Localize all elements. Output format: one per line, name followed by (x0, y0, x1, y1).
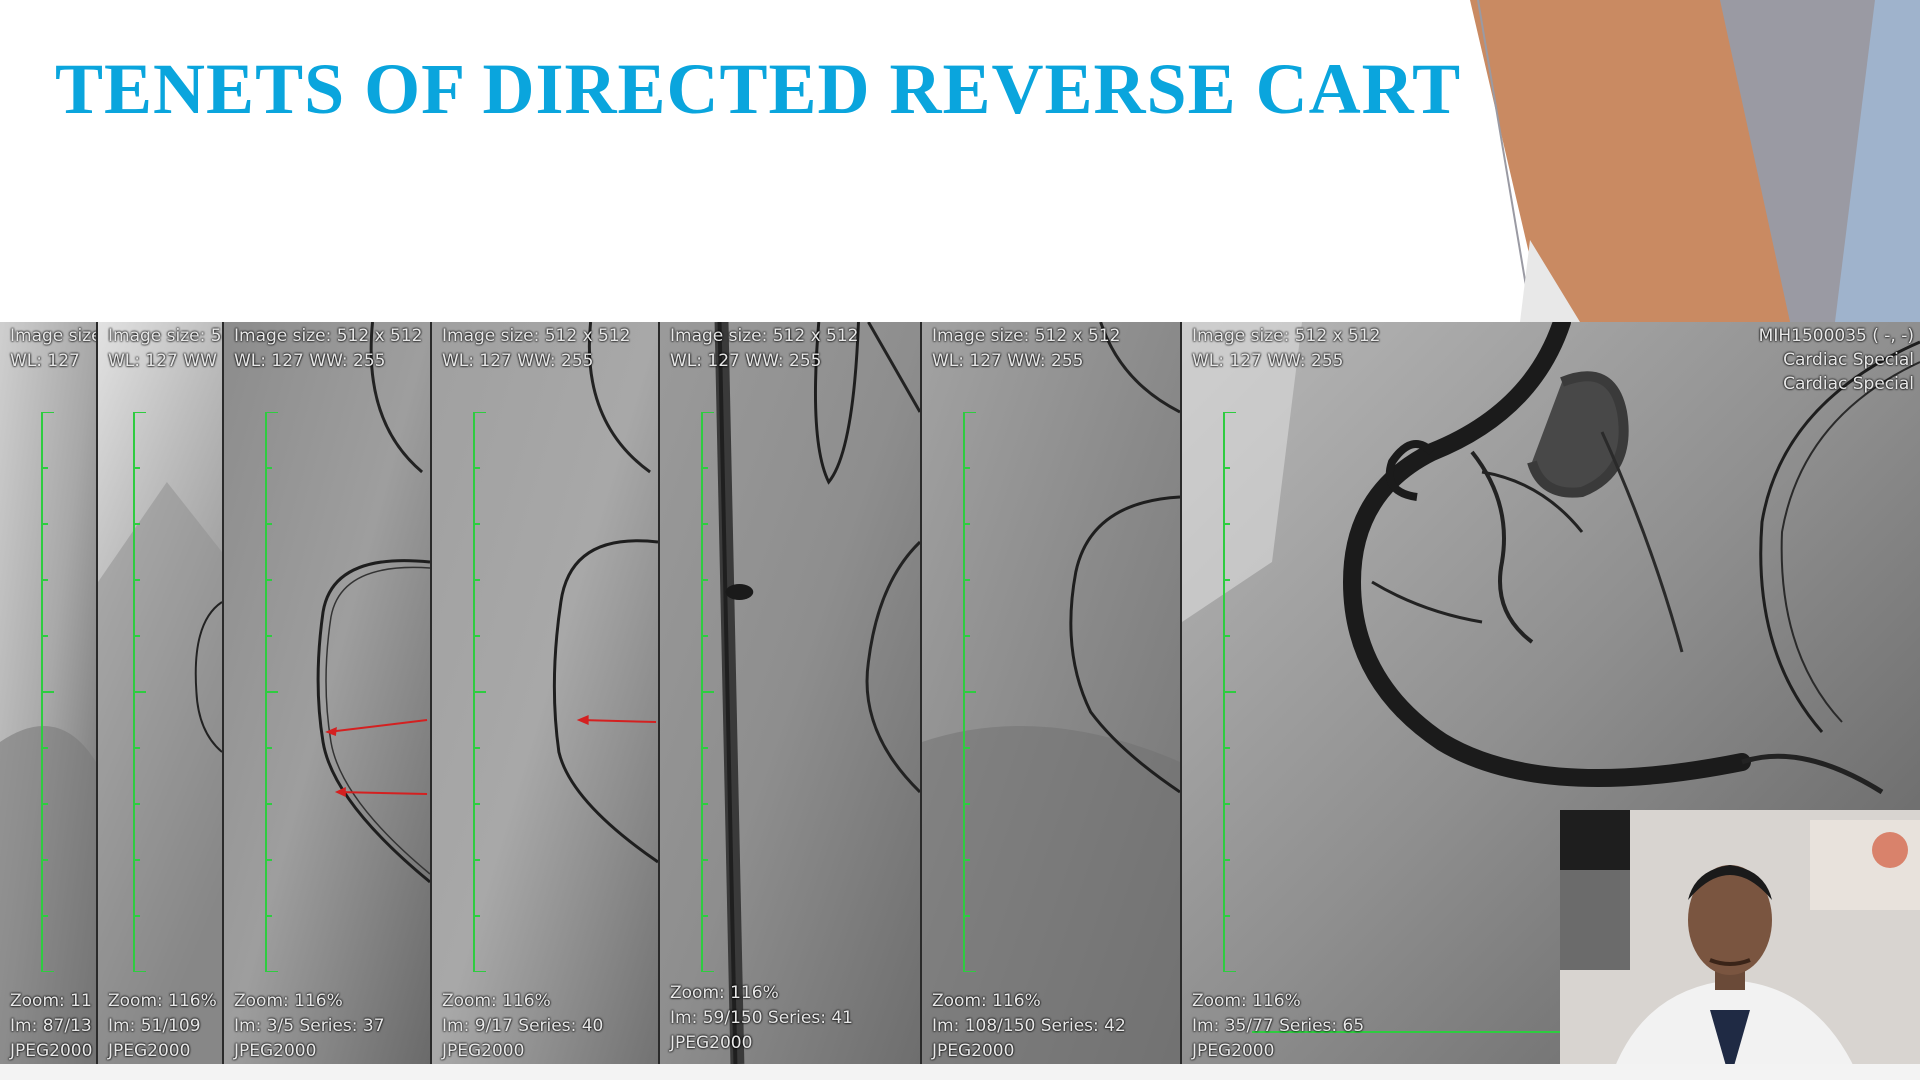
image-info-top: Image size WL: 127 (10, 326, 98, 371)
image-info-bottom: Zoom: 11 Im: 87/13 JPEG2000 (10, 991, 93, 1061)
image-info-bottom: Zoom: 116% Im: 51/109 JPEG2000 (108, 991, 217, 1061)
bottom-bar (0, 1064, 1920, 1080)
presentation-slide: TENETS OF DIRECTED REVERSE CART Image si… (0, 0, 1920, 1080)
slide-title: TENETS OF DIRECTED REVERSE CART (55, 49, 1462, 129)
image-info-top: Image size: 512 x 512 WL: 127 WW: 255 (932, 326, 1121, 371)
angio-panel-4: Image size: 512 x 512 WL: 127 WW: 255 Zoo… (432, 322, 660, 1064)
image-info-bottom: Zoom: 116% Im: 35/77 Series: 65 JPEG2000 (1192, 991, 1365, 1061)
image-info-top: Image size: 512 x 512 WL: 127 WW: 255 (442, 326, 631, 371)
presenter-webcam (1560, 810, 1920, 1080)
scale-ruler (1216, 411, 1256, 973)
angio-panel-5: Image size: 512 x 512 WL: 127 WW: 255 Zoo… (660, 322, 922, 1064)
image-info-bottom: Zoom: 116% Im: 3/5 Series: 37 JPEG2000 (234, 991, 385, 1061)
angio-panel-2: Image size: 5 WL: 127 WW Zoom: 116% Im: 51… (98, 322, 224, 1064)
image-info-top: Image size: 512 x 512 WL: 127 WW: 255 (234, 326, 423, 371)
image-info-top: Image size: 512 x 512 WL: 127 WW: 255 (1192, 326, 1381, 371)
scale-ruler (126, 411, 166, 973)
scale-ruler (466, 411, 506, 973)
angio-panel-6: Image size: 512 x 512 WL: 127 WW: 255 Zoo… (922, 322, 1182, 1064)
scale-ruler (258, 411, 298, 973)
patient-info: MIH1500035 ( -, -) Cardiac Special Cardiac… (1758, 326, 1914, 394)
image-info-top: Image size: 5 WL: 127 WW (108, 326, 222, 371)
image-info-bottom: Zoom: 116% Im: 59/150 Series: 41 JPEG2000 (670, 983, 853, 1053)
scale-ruler (34, 411, 74, 973)
image-info-bottom: Zoom: 116% Im: 9/17 Series: 40 JPEG2000 (442, 991, 604, 1061)
angio-panel-1: Image size WL: 127 Zoom: 11 Im: 87/13 JPEG2… (0, 322, 98, 1064)
angio-panel-3: Image size: 512 x 512 WL: 127 WW: 255 Zoo… (224, 322, 432, 1064)
image-info-bottom: Zoom: 116% Im: 108/150 Series: 42 JPEG2000 (932, 991, 1126, 1061)
presenter-video (1560, 810, 1920, 1080)
scale-ruler (694, 411, 734, 973)
angiogram-image (224, 322, 430, 1064)
scale-ruler (956, 411, 996, 973)
image-info-top: Image size: 512 x 512 WL: 127 WW: 255 (670, 326, 859, 371)
